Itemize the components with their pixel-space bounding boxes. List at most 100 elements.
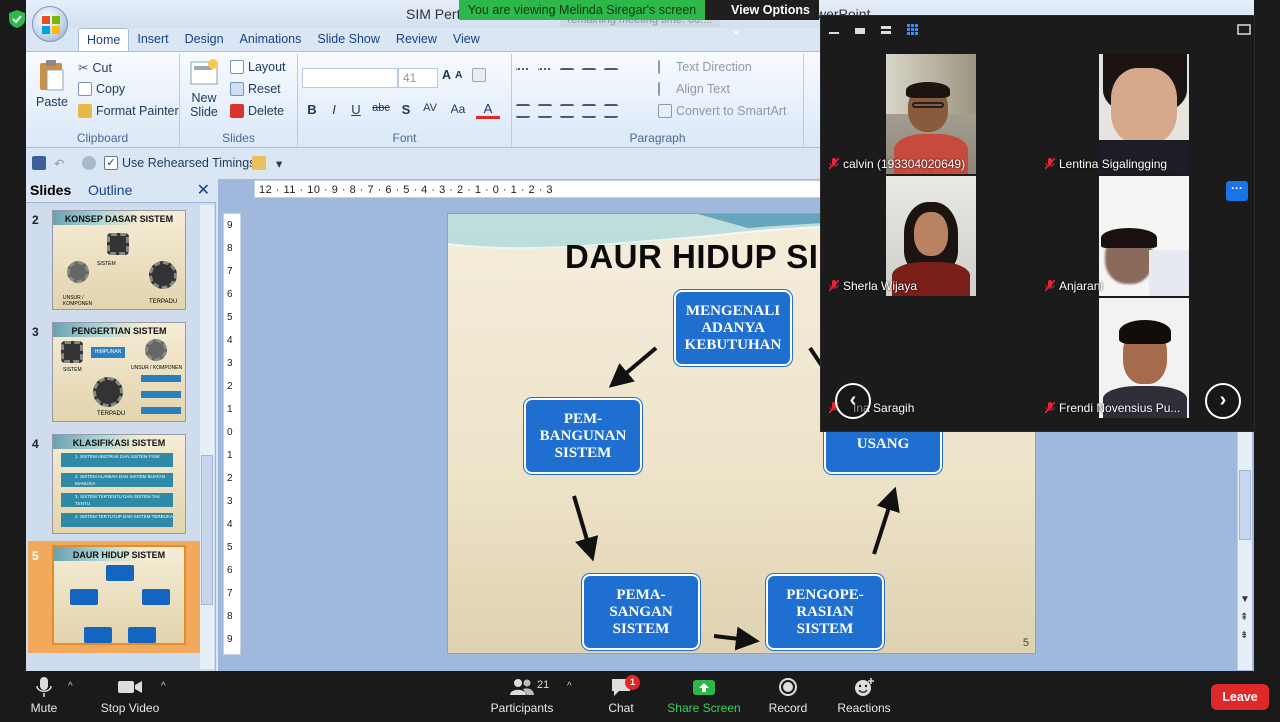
tab-design[interactable]: Design <box>177 28 232 52</box>
font-size-select[interactable]: 41 <box>398 68 438 88</box>
slide-thumbnail-3[interactable]: PENGERTIAN SISTEM SISTEM HIMPUNAN UNSUR … <box>52 322 186 422</box>
shadow-button[interactable]: S <box>396 102 416 117</box>
slideshow-quick-button[interactable] <box>82 156 96 170</box>
copy-button[interactable]: Copy <box>78 82 125 96</box>
reset-icon <box>230 82 244 96</box>
paste-button[interactable]: Paste <box>32 58 72 109</box>
tab-view[interactable]: View <box>445 28 488 52</box>
cut-button[interactable]: ✂ Cut <box>78 60 112 76</box>
exit-fullscreen-icon[interactable] <box>1237 22 1251 36</box>
leave-button[interactable]: Leave <box>1211 684 1269 710</box>
previous-page-button[interactable]: ‹ <box>835 383 871 419</box>
participant-video <box>886 54 976 174</box>
undo-button[interactable]: ↶ <box>54 156 64 171</box>
ruler-tick-label: 5 <box>227 542 233 553</box>
clipboard-group-label: Clipboard <box>76 131 129 145</box>
tab-animations[interactable]: Animations <box>232 28 310 52</box>
format-painter-button[interactable]: Format Painter <box>78 104 179 118</box>
slide-thumbnail-5[interactable]: DAUR HIDUP SISTEM <box>52 545 186 645</box>
record-button[interactable]: Record <box>766 677 810 715</box>
scroll-thumb[interactable] <box>201 455 213 605</box>
close-icon[interactable]: ✕ <box>197 180 210 200</box>
chevron-up-icon[interactable]: ^ <box>68 681 73 692</box>
slide-thumbnail-4[interactable]: KLASIFIKASI SISTEM 1. SISTEM ABSTRAK DAN… <box>52 434 186 534</box>
participant-name: Lentina Sigalingging <box>1045 157 1167 171</box>
thumb-label: SISTEM <box>97 261 116 267</box>
chevron-down-icon: ⌄ <box>731 23 742 37</box>
slides-pane-scrollbar[interactable] <box>200 205 214 669</box>
chat-unread-badge: 1 <box>625 675 640 690</box>
thumb-title: PENGERTIAN SISTEM <box>71 326 167 336</box>
thumb-label: TERPADU <box>97 411 126 417</box>
slide-thumbnail-2[interactable]: KONSEP DASAR SISTEM SISTEM UNSUR / KOMPO… <box>52 210 186 310</box>
font-name-select[interactable] <box>302 68 398 88</box>
underline-button[interactable]: U <box>346 102 366 117</box>
align-text-button[interactable]: Align Text <box>658 82 730 96</box>
rehearsed-timings-checkbox[interactable]: ✓ Use Rehearsed Timings <box>104 156 255 170</box>
office-button[interactable] <box>32 6 68 42</box>
tab-insert[interactable]: Insert <box>129 28 176 52</box>
tab-review[interactable]: Review <box>388 28 445 52</box>
previous-slide-icon[interactable]: ⇞ <box>1240 612 1248 623</box>
tab-slides[interactable]: Slides <box>30 182 71 198</box>
save-button[interactable] <box>32 156 46 170</box>
participant-tile[interactable]: Anjarani <box>1037 176 1253 296</box>
increase-indent-icon[interactable] <box>582 68 596 82</box>
reactions-button[interactable]: Reactions <box>836 677 892 715</box>
strikethrough-button[interactable]: abc <box>368 102 394 114</box>
slide-vertical-scrollbar[interactable]: ▼ ⇞ ⇟ <box>1237 430 1252 670</box>
slides-group: New Slide Layout Reset Delete Slides <box>180 54 298 147</box>
clear-format-button[interactable] <box>472 68 486 82</box>
chevron-up-icon[interactable]: ^ <box>567 681 572 692</box>
numbering-icon[interactable] <box>538 68 552 82</box>
text-direction-button[interactable]: Text Direction <box>658 60 752 74</box>
view-options-button[interactable]: View Options ⌄ <box>705 0 819 37</box>
thumb-bar <box>141 407 181 414</box>
scroll-down-icon[interactable]: ▼ <box>1240 594 1250 605</box>
new-slide-button[interactable]: New Slide <box>184 58 226 119</box>
participant-tile[interactable]: Sherla Wijaya <box>821 176 1037 296</box>
italic-button[interactable]: I <box>324 102 344 117</box>
justify-icon[interactable] <box>582 104 596 118</box>
align-right-icon[interactable] <box>560 104 574 118</box>
next-slide-icon[interactable]: ⇟ <box>1240 630 1248 641</box>
chevron-up-icon[interactable]: ^ <box>161 681 166 692</box>
decrease-indent-icon[interactable] <box>560 68 574 82</box>
next-page-button[interactable]: › <box>1205 383 1241 419</box>
font-group: 41 AA B I U abc S AV Aa A Font <box>298 54 512 147</box>
columns-icon[interactable] <box>604 104 618 118</box>
gear-icon <box>107 233 129 255</box>
scroll-thumb[interactable] <box>1239 470 1251 540</box>
grow-font-button[interactable]: AA <box>442 68 463 82</box>
bullets-icon[interactable] <box>516 68 530 82</box>
participant-tile[interactable]: Lentina Sigalingging <box>1037 54 1253 174</box>
slide-number: 4 <box>32 437 39 451</box>
security-shield-icon[interactable] <box>9 10 25 28</box>
font-color-button[interactable]: A <box>476 102 500 119</box>
tab-home[interactable]: Home <box>78 28 130 52</box>
share-screen-button[interactable]: Share Screen <box>666 677 742 715</box>
text-direction-icon <box>658 60 672 74</box>
reset-button[interactable]: Reset <box>230 82 281 96</box>
record-icon <box>779 678 797 696</box>
mute-button[interactable]: Mute <box>22 677 66 715</box>
open-button[interactable] <box>252 156 266 170</box>
char-spacing-button[interactable]: AV <box>418 102 442 114</box>
layout-button[interactable]: Layout <box>230 60 286 74</box>
convert-smartart-button[interactable]: Convert to SmartArt <box>658 104 786 118</box>
customize-qat-button[interactable]: ▾ <box>276 156 282 171</box>
ruler-tick-label: 6 <box>227 289 233 300</box>
speaker-view-icon <box>855 28 865 34</box>
layout-icon <box>230 60 244 74</box>
delete-button[interactable]: Delete <box>230 104 284 118</box>
stop-video-button[interactable]: Stop Video <box>98 677 162 715</box>
participant-tile[interactable]: calvin (193304020649) <box>821 54 1037 174</box>
tab-outline[interactable]: Outline <box>88 182 132 198</box>
more-options-button[interactable]: ··· <box>1226 181 1248 201</box>
align-center-icon[interactable] <box>538 104 552 118</box>
align-left-icon[interactable] <box>516 104 530 118</box>
tab-slide-show[interactable]: Slide Show <box>309 28 388 52</box>
line-spacing-icon[interactable] <box>604 68 618 82</box>
bold-button[interactable]: B <box>302 102 322 117</box>
change-case-button[interactable]: Aa <box>446 102 470 116</box>
